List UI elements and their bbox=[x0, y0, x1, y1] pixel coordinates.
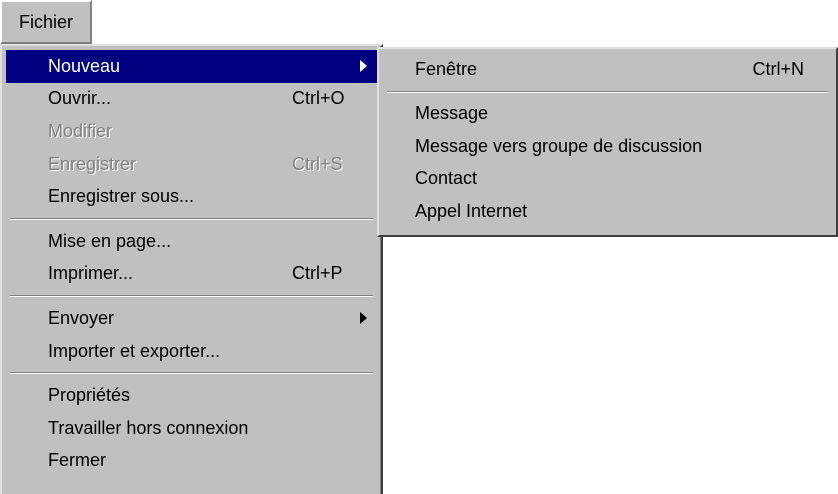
submenu-arrow-icon bbox=[360, 60, 367, 73]
submenu-arrow-icon bbox=[360, 312, 367, 325]
submenu-item-appel-internet[interactable]: Appel Internet bbox=[383, 195, 832, 228]
menu-item-label: Nouveau bbox=[48, 55, 121, 76]
menu-item-mise-en-page[interactable]: Mise en page... bbox=[6, 225, 377, 258]
menu-item-label: Propriétés bbox=[48, 385, 131, 406]
menu-fichier-label: Fichier bbox=[18, 11, 73, 32]
submenu-item-contact[interactable]: Contact bbox=[383, 163, 832, 196]
submenu-item-shortcut: Ctrl+N bbox=[752, 58, 804, 79]
menu-item-label: Importer et exporter... bbox=[48, 340, 221, 361]
menu-item-label: Travailler hors connexion bbox=[48, 417, 249, 438]
menu-item-modifier: Modifier bbox=[6, 115, 377, 148]
menu-item-label: Envoyer bbox=[48, 307, 115, 328]
menu-separator bbox=[6, 367, 377, 379]
menu-item-importer-exporter[interactable]: Importer et exporter... bbox=[6, 335, 377, 368]
menu-item-nouveau[interactable]: Nouveau bbox=[6, 50, 377, 83]
submenu-item-label: Appel Internet bbox=[415, 200, 528, 221]
submenu-item-fenetre[interactable]: Fenêtre Ctrl+N bbox=[383, 53, 832, 86]
screen: Fichier Nouveau Ouvrir... Ctrl+O Modifie… bbox=[0, 0, 838, 494]
menu-item-label: Enregistrer sous... bbox=[48, 186, 195, 207]
menu-item-label: Fermer bbox=[48, 450, 106, 471]
menu-item-fermer[interactable]: Fermer bbox=[6, 445, 377, 478]
menu-fichier[interactable]: Fichier bbox=[0, 0, 92, 44]
menu-item-label: Mise en page... bbox=[48, 230, 172, 251]
menu-item-travailler-hors-connexion[interactable]: Travailler hors connexion bbox=[6, 412, 377, 445]
menu-separator bbox=[6, 213, 377, 225]
menu-separator bbox=[6, 290, 377, 302]
submenu-item-label: Contact bbox=[415, 168, 478, 189]
menu-item-imprimer[interactable]: Imprimer... Ctrl+P bbox=[6, 258, 377, 291]
menu-item-shortcut: Ctrl+O bbox=[292, 88, 345, 109]
nouveau-submenu: Fenêtre Ctrl+N Message Message vers grou… bbox=[377, 47, 838, 237]
submenu-item-label: Message bbox=[415, 103, 489, 124]
menu-item-ouvrir[interactable]: Ouvrir... Ctrl+O bbox=[6, 83, 377, 116]
menu-item-enregistrer-sous[interactable]: Enregistrer sous... bbox=[6, 180, 377, 213]
submenu-separator bbox=[383, 86, 832, 98]
submenu-item-label: Message vers groupe de discussion bbox=[415, 135, 703, 156]
submenu-item-message-groupe-discussion[interactable]: Message vers groupe de discussion bbox=[383, 130, 832, 163]
menu-item-label: Modifier bbox=[48, 120, 113, 141]
menu-item-enregistrer: Enregistrer Ctrl+S bbox=[6, 148, 377, 181]
menu-item-shortcut: Ctrl+P bbox=[292, 263, 343, 284]
file-menu-dropdown: Nouveau Ouvrir... Ctrl+O Modifier Enregi… bbox=[0, 44, 383, 494]
menu-item-shortcut: Ctrl+S bbox=[292, 153, 343, 174]
menu-item-envoyer[interactable]: Envoyer bbox=[6, 302, 377, 335]
submenu-item-message[interactable]: Message bbox=[383, 98, 832, 131]
menu-item-proprietes[interactable]: Propriétés bbox=[6, 379, 377, 412]
